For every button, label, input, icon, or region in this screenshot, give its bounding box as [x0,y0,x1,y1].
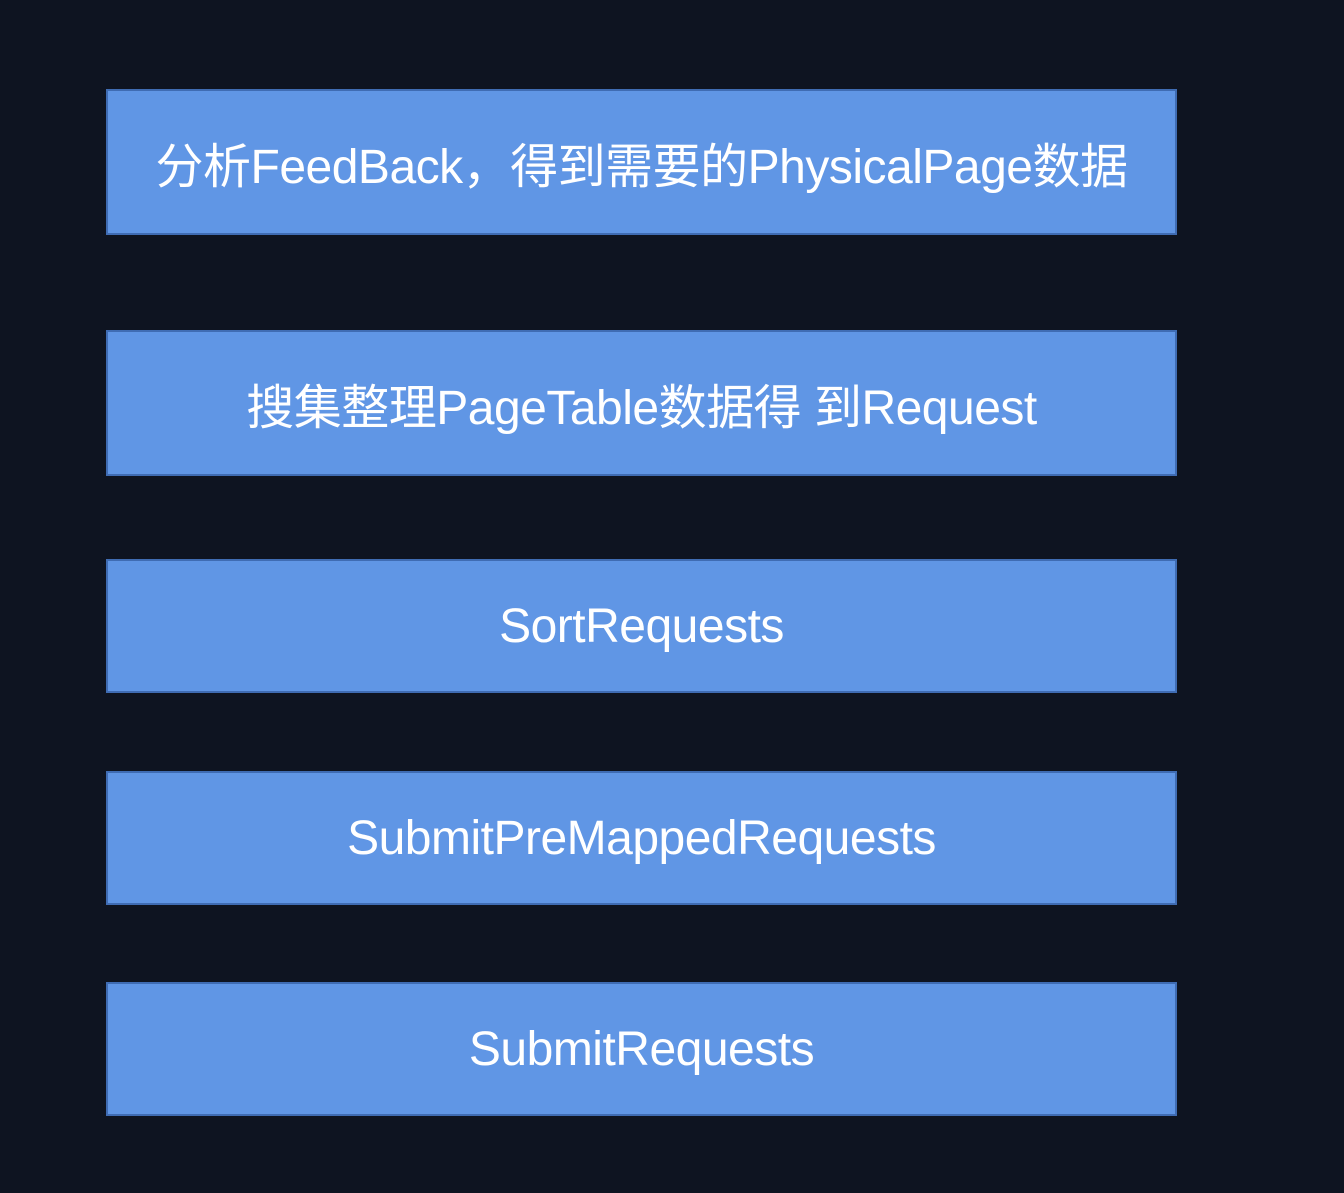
step-box-sort-requests: SortRequests [106,559,1177,693]
step-label: SubmitPreMappedRequests [347,811,936,865]
step-label: 分析FeedBack，得到需要的PhysicalPage数据 [155,141,1128,194]
step-label: 搜集整理PageTable数据得 到Request [246,382,1037,435]
step-box-submit-requests: SubmitRequests [106,982,1177,1116]
flow-diagram: 分析FeedBack，得到需要的PhysicalPage数据 搜集整理PageT… [0,0,1344,1193]
step-box-submit-premapped-requests: SubmitPreMappedRequests [106,771,1177,905]
step-box-collect-pagetable: 搜集整理PageTable数据得 到Request [106,330,1177,476]
step-label: SubmitRequests [468,1022,815,1076]
step-box-analyze-feedback: 分析FeedBack，得到需要的PhysicalPage数据 [106,89,1177,235]
step-label: SortRequests [499,599,784,653]
